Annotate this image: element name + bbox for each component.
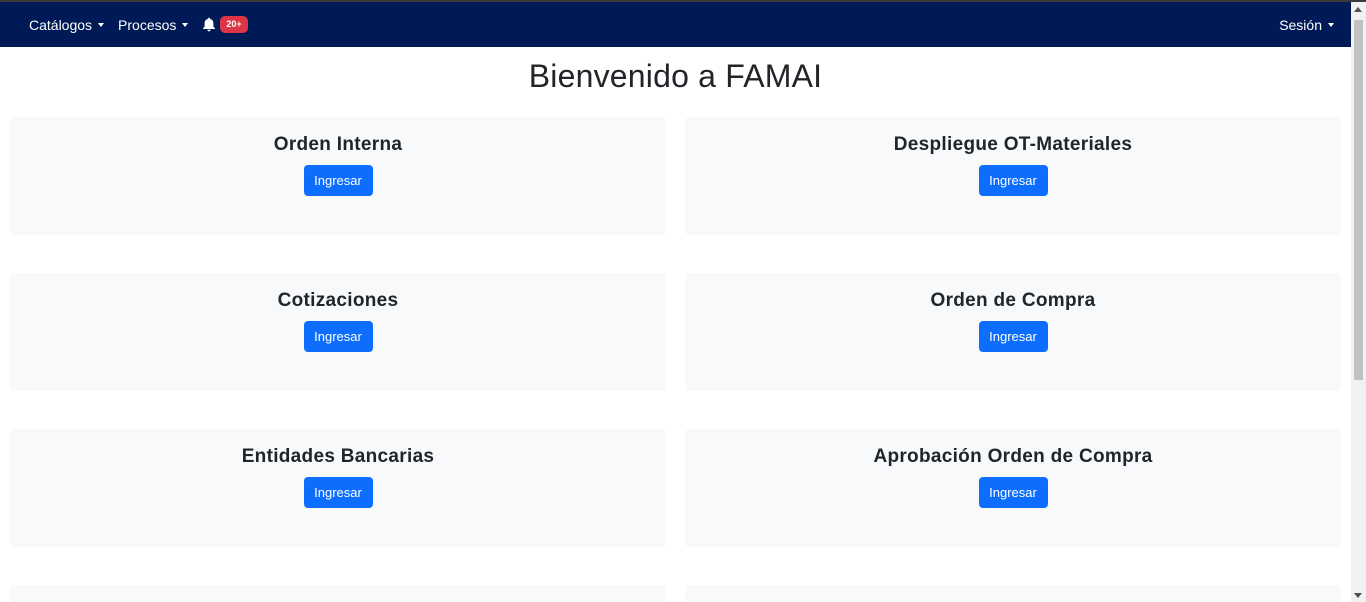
processes-menu-label: Procesos bbox=[118, 16, 177, 33]
card-cotizaciones: Cotizaciones Ingresar bbox=[10, 273, 666, 391]
top-navbar: Catálogos Procesos 20+ Sesión bbox=[0, 2, 1351, 47]
ingresar-button[interactable]: Ingresar bbox=[978, 477, 1048, 508]
card-title: Orden de Compra bbox=[930, 290, 1096, 311]
scrollbar-thumb[interactable] bbox=[1354, 20, 1363, 380]
caret-down-icon bbox=[1328, 22, 1334, 27]
notifications-button[interactable]: 20+ bbox=[202, 16, 248, 33]
card-title: Aprobación Orden de Compra bbox=[873, 446, 1153, 467]
card-title: Orden Interna bbox=[273, 134, 403, 155]
ingresar-button[interactable]: Ingresar bbox=[978, 165, 1048, 196]
notifications-count-badge: 20+ bbox=[220, 16, 248, 33]
processes-menu[interactable]: Procesos bbox=[118, 16, 189, 33]
card-partial bbox=[10, 585, 666, 602]
ingresar-button[interactable]: Ingresar bbox=[303, 165, 373, 196]
vertical-scrollbar[interactable] bbox=[1351, 2, 1366, 602]
session-menu[interactable]: Sesión bbox=[1279, 17, 1334, 33]
catalogs-menu[interactable]: Catálogos bbox=[29, 16, 105, 33]
scroll-down-arrow-icon[interactable] bbox=[1354, 593, 1362, 598]
scroll-up-arrow-icon[interactable] bbox=[1354, 7, 1362, 12]
card-orden-de-compra: Orden de Compra Ingresar bbox=[685, 273, 1341, 391]
ingresar-button[interactable]: Ingresar bbox=[978, 321, 1048, 352]
bell-icon bbox=[202, 17, 216, 32]
session-menu-label: Sesión bbox=[1279, 16, 1322, 33]
card-despliegue-ot-materiales: Despliegue OT-Materiales Ingresar bbox=[685, 117, 1341, 235]
card-aprobacion-orden-de-compra: Aprobación Orden de Compra Ingresar bbox=[685, 429, 1341, 547]
caret-down-icon bbox=[182, 22, 189, 27]
card-title: Despliegue OT-Materiales bbox=[893, 134, 1133, 155]
catalogs-menu-label: Catálogos bbox=[29, 16, 93, 33]
caret-down-icon bbox=[98, 22, 105, 27]
ingresar-button[interactable]: Ingresar bbox=[303, 321, 373, 352]
card-title: Cotizaciones bbox=[277, 290, 399, 311]
ingresar-button[interactable]: Ingresar bbox=[303, 477, 373, 508]
card-title: Entidades Bancarias bbox=[241, 446, 435, 467]
page-title: Bienvenido a FAMAI bbox=[528, 58, 823, 94]
card-partial bbox=[685, 585, 1341, 602]
card-orden-interna: Orden Interna Ingresar bbox=[10, 117, 666, 235]
card-entidades-bancarias: Entidades Bancarias Ingresar bbox=[10, 429, 666, 547]
